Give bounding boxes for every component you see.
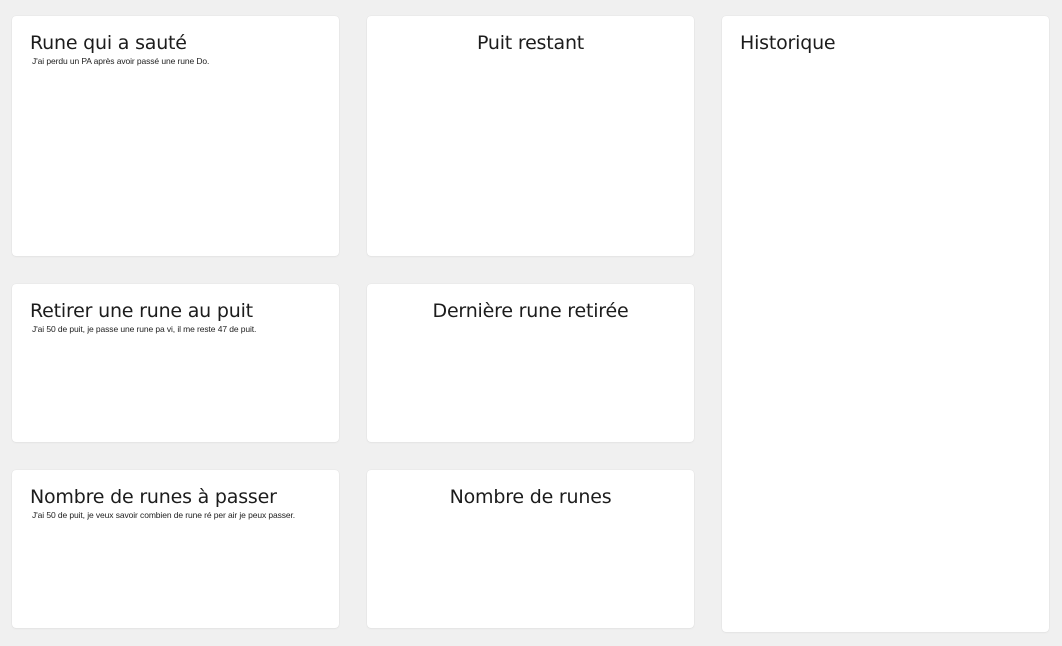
derniere-rune-title: Dernière rune retirée	[432, 300, 629, 322]
historique-card: Historique	[722, 16, 1049, 632]
retirer-rune-description: J'ai 50 de puit, je passe une rune pa vi…	[32, 324, 257, 334]
rune-sautee-description: J'ai perdu un PA après avoir passé une r…	[32, 56, 210, 66]
puit-restant-card: Puit restant	[367, 16, 694, 256]
retirer-rune-card: Retirer une rune au puit J'ai 50 de puit…	[12, 284, 339, 442]
nombre-runes-passer-title: Nombre de runes à passer	[30, 486, 277, 508]
nombre-runes-passer-card: Nombre de runes à passer J'ai 50 de puit…	[12, 470, 339, 628]
nombre-runes-passer-description: J'ai 50 de puit, je veux savoir combien …	[32, 510, 296, 520]
historique-title: Historique	[740, 32, 836, 54]
rune-sautee-card: Rune qui a sauté J'ai perdu un PA après …	[12, 16, 339, 256]
derniere-rune-card: Dernière rune retirée	[367, 284, 694, 442]
rune-sautee-title: Rune qui a sauté	[30, 32, 187, 54]
puit-restant-title: Puit restant	[476, 32, 585, 54]
nombre-runes-title: Nombre de runes	[449, 486, 612, 508]
retirer-rune-title: Retirer une rune au puit	[30, 300, 253, 322]
nombre-runes-card: Nombre de runes	[367, 470, 694, 628]
